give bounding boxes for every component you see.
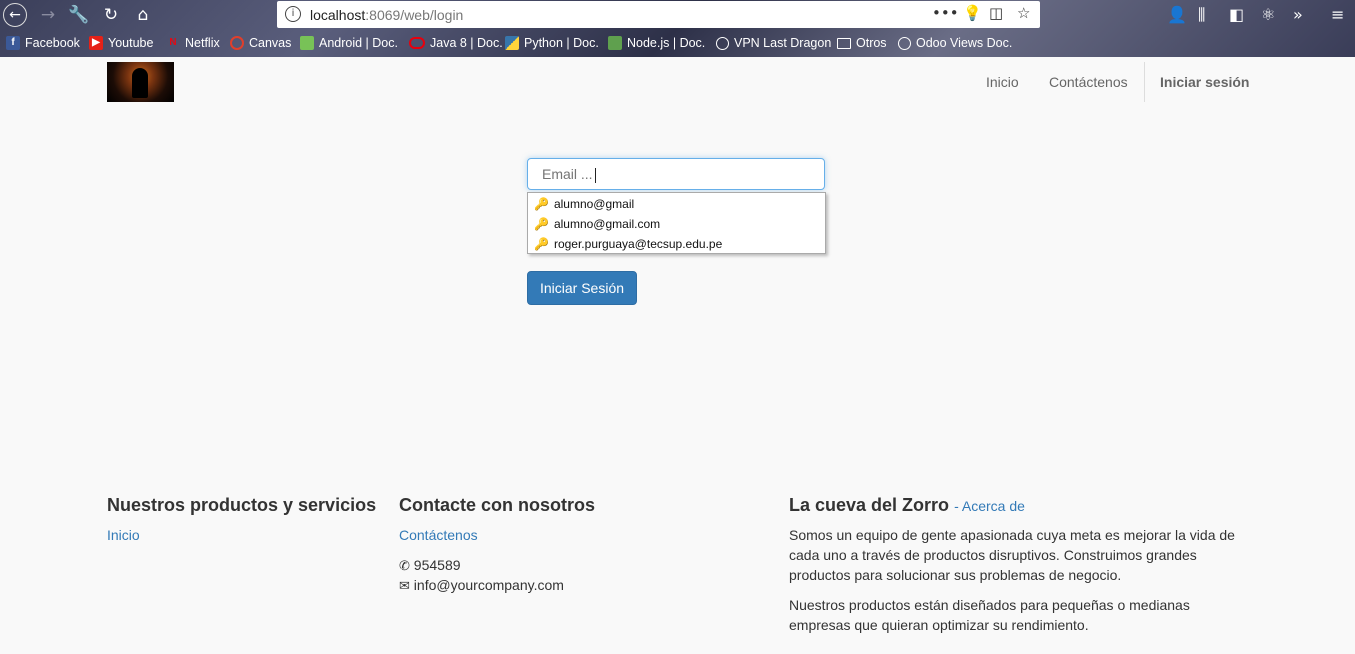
login-button[interactable]: Iniciar Sesión <box>527 271 637 305</box>
home-icon[interactable]: ⌂ <box>131 3 155 27</box>
bookmark-odoo-views[interactable]: Odoo Views Doc. <box>898 36 1012 50</box>
suggestion-item[interactable]: 🔑 alumno@gmail <box>534 197 634 211</box>
folder-icon <box>837 37 851 49</box>
menu-icon[interactable]: ≡ <box>1331 5 1344 24</box>
bookmark-python[interactable]: Python | Doc. <box>505 36 599 50</box>
oracle-icon <box>409 37 425 49</box>
footer-about-paragraph: Somos un equipo de gente apasionada cuya… <box>789 527 1235 583</box>
envelope-icon: ✉ <box>399 579 410 594</box>
nav-divider <box>1144 62 1145 102</box>
footer-phone: ✆ 954589 <box>399 557 461 574</box>
footer-link-contactenos[interactable]: Contáctenos <box>399 527 478 543</box>
key-icon: 🔑 <box>534 217 549 231</box>
wrench-icon[interactable]: 🔧 <box>67 3 91 27</box>
overflow-icon[interactable]: » <box>1293 5 1303 24</box>
browser-toolbar: ← → 🔧 ↻ ⌂ i localhost:8069/web/login •••… <box>0 0 1355 57</box>
url-text[interactable]: localhost:8069/web/login <box>310 7 463 23</box>
footer-about-paragraph: Nuestros productos están diseñados para … <box>789 597 1190 633</box>
reload-icon[interactable]: ↻ <box>99 3 123 27</box>
globe-icon <box>716 36 729 50</box>
bookmark-android[interactable]: Android | Doc. <box>300 36 398 50</box>
library-icon[interactable]: ⫼ <box>1198 5 1205 25</box>
youtube-icon: ▶ <box>89 36 103 50</box>
globe-icon <box>898 36 911 50</box>
bookmark-folder-otros[interactable]: Otros <box>837 36 887 50</box>
lightbulb-icon[interactable]: 💡 <box>963 4 982 22</box>
email-field[interactable] <box>527 158 825 190</box>
sidebar-icon[interactable]: ◧ <box>1229 5 1244 24</box>
footer-products-title: Nuestros productos y servicios <box>107 495 377 515</box>
bookmark-netflix[interactable]: N Netflix <box>166 36 219 50</box>
bookmark-canvas[interactable]: Canvas <box>230 36 291 50</box>
footer-about-title: La cueva del Zorro <box>789 495 950 515</box>
footer-link-inicio[interactable]: Inicio <box>107 527 140 543</box>
bookmark-java[interactable]: Java 8 | Doc. <box>409 36 503 50</box>
company-logo[interactable] <box>107 62 174 102</box>
email-input[interactable] <box>540 165 814 183</box>
info-icon[interactable]: i <box>285 6 301 22</box>
pocket-icon[interactable]: ◫ <box>989 4 1003 22</box>
nav-iniciar-sesion[interactable]: Iniciar sesión <box>1160 74 1249 90</box>
bookmark-star-icon[interactable]: ☆ <box>1017 4 1030 22</box>
footer-about-link[interactable]: - Acerca de <box>954 498 1025 514</box>
bookmark-vpn[interactable]: VPN Last Dragon <box>716 36 831 50</box>
android-icon <box>300 36 314 50</box>
bookmark-facebook[interactable]: f Facebook <box>6 36 80 50</box>
nav-contactenos[interactable]: Contáctenos <box>1049 74 1128 90</box>
more-actions-icon[interactable]: ••• <box>932 4 959 22</box>
account-icon[interactable]: 👤 <box>1167 5 1187 24</box>
bookmark-nodejs[interactable]: Node.js | Doc. <box>608 36 705 50</box>
key-icon: 🔑 <box>534 197 549 211</box>
key-icon: 🔑 <box>534 237 549 251</box>
footer-about-heading: La cueva del Zorro - Acerca de <box>789 495 1025 516</box>
nodejs-icon <box>608 36 622 50</box>
text-cursor-icon <box>595 168 604 183</box>
nav-inicio[interactable]: Inicio <box>986 74 1019 90</box>
python-icon <box>505 36 519 50</box>
bookmark-youtube[interactable]: ▶ Youtube <box>89 36 153 50</box>
forward-icon[interactable]: → <box>36 3 60 27</box>
back-icon[interactable]: ← <box>3 3 27 27</box>
facebook-icon: f <box>6 36 20 50</box>
footer-contact-title: Contacte con nosotros <box>399 495 596 515</box>
zorro-figure-icon <box>132 68 148 98</box>
footer-email: ✉ info@yourcompany.com <box>399 577 564 594</box>
react-icon[interactable]: ⚛ <box>1261 5 1275 24</box>
netflix-icon: N <box>169 37 177 48</box>
canvas-icon <box>230 36 244 50</box>
suggestion-item[interactable]: 🔑 alumno@gmail.com <box>534 217 660 231</box>
autocomplete-dropdown: 🔑 alumno@gmail 🔑 alumno@gmail.com 🔑 roger.p… <box>527 192 826 254</box>
phone-icon: ✆ <box>399 559 410 574</box>
address-bar[interactable]: i localhost:8069/web/login ••• 💡 ◫ ☆ <box>277 1 1040 28</box>
suggestion-item[interactable]: 🔑 roger.purguaya@tecsup.edu.pe <box>534 237 722 251</box>
bookmarks-bar: f Facebook ▶ Youtube N Netflix Canvas Andro… <box>0 33 1355 55</box>
